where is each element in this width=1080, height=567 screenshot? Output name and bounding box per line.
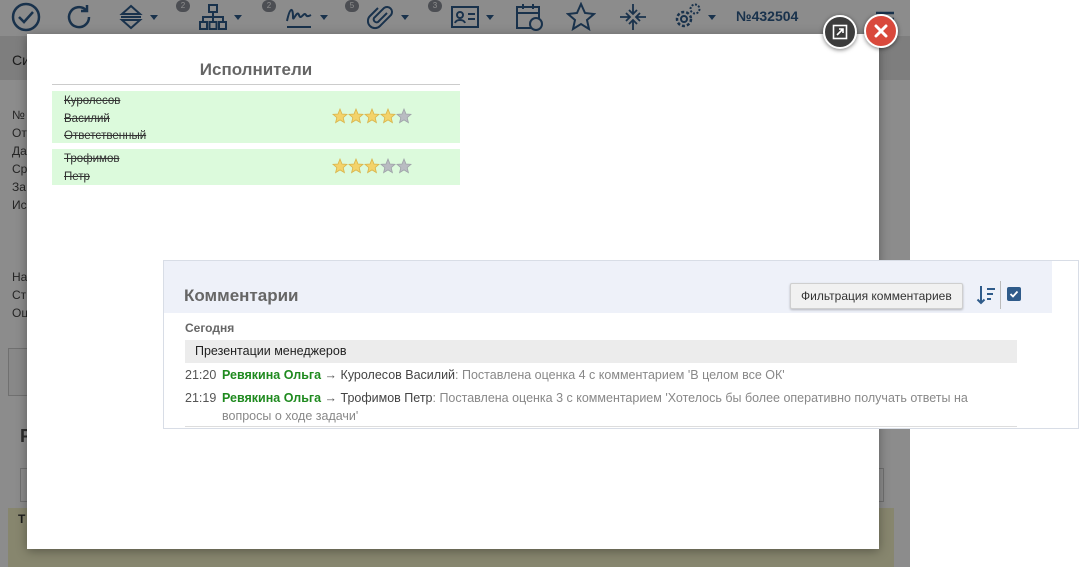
comment-body: Ревякина Ольга → Трофимов Петр: Поставле… xyxy=(222,389,1017,425)
filter-comments-button[interactable]: Фильтрация комментариев xyxy=(790,283,963,309)
comment-item: 21:19 Ревякина Ольга → Трофимов Петр: По… xyxy=(185,389,1017,425)
divider xyxy=(1000,281,1001,309)
rating-stars[interactable] xyxy=(332,158,412,174)
executors-title: Исполнители xyxy=(52,60,460,85)
expand-button[interactable] xyxy=(823,15,857,49)
star-filled-icon[interactable] xyxy=(348,158,364,174)
executor-name: Куролесов Василий Ответственный xyxy=(64,95,147,142)
expand-icon xyxy=(832,24,848,40)
star-empty-icon[interactable] xyxy=(396,158,412,174)
task-name-bar: Презентации менеджеров xyxy=(185,340,1017,363)
close-button[interactable] xyxy=(864,14,898,48)
star-filled-icon[interactable] xyxy=(364,158,380,174)
comment-body: Ревякина Ольга → Куролесов Василий: Пост… xyxy=(222,366,1017,384)
star-filled-icon[interactable] xyxy=(332,158,348,174)
day-label: Сегодня xyxy=(185,321,235,335)
close-icon xyxy=(874,24,888,38)
comment-time: 21:20 xyxy=(185,368,217,382)
comments-panel: Комментарии Фильтрация комментариев Сего… xyxy=(163,260,1079,429)
star-filled-icon[interactable] xyxy=(348,108,364,124)
star-filled-icon[interactable] xyxy=(380,108,396,124)
comments-header: Комментарии Фильтрация комментариев xyxy=(164,261,1052,313)
divider xyxy=(185,426,1017,427)
executor-row: Куролесов Василий Ответственный xyxy=(52,91,460,143)
executors-list: Куролесов Василий Ответственный Трофимов… xyxy=(52,91,460,191)
comment-author[interactable]: Ревякина Ольга xyxy=(222,368,321,382)
comment-author[interactable]: Ревякина Ольга xyxy=(222,391,321,405)
checkbox-checked-icon[interactable] xyxy=(1007,287,1021,301)
comments-title: Комментарии xyxy=(184,286,299,305)
comment-item: 21:20 Ревякина Ольга → Куролесов Василий… xyxy=(185,366,1017,384)
arrow-icon: → xyxy=(324,391,338,405)
star-empty-icon[interactable] xyxy=(380,158,396,174)
star-filled-icon[interactable] xyxy=(364,108,380,124)
comment-text: : Поставлена оценка 4 с комментарием 'В … xyxy=(455,368,785,382)
star-filled-icon[interactable] xyxy=(332,108,348,124)
star-empty-icon[interactable] xyxy=(396,108,412,124)
comment-target: Трофимов Петр xyxy=(340,391,433,405)
rating-stars[interactable] xyxy=(332,108,412,124)
comment-target: Куролесов Василий xyxy=(340,368,456,382)
executor-name: Трофимов Петр xyxy=(64,153,120,183)
arrow-icon: → xyxy=(324,368,338,382)
executor-row: Трофимов Петр xyxy=(52,149,460,185)
sort-icon[interactable] xyxy=(976,284,996,306)
comment-time: 21:19 xyxy=(185,391,217,405)
